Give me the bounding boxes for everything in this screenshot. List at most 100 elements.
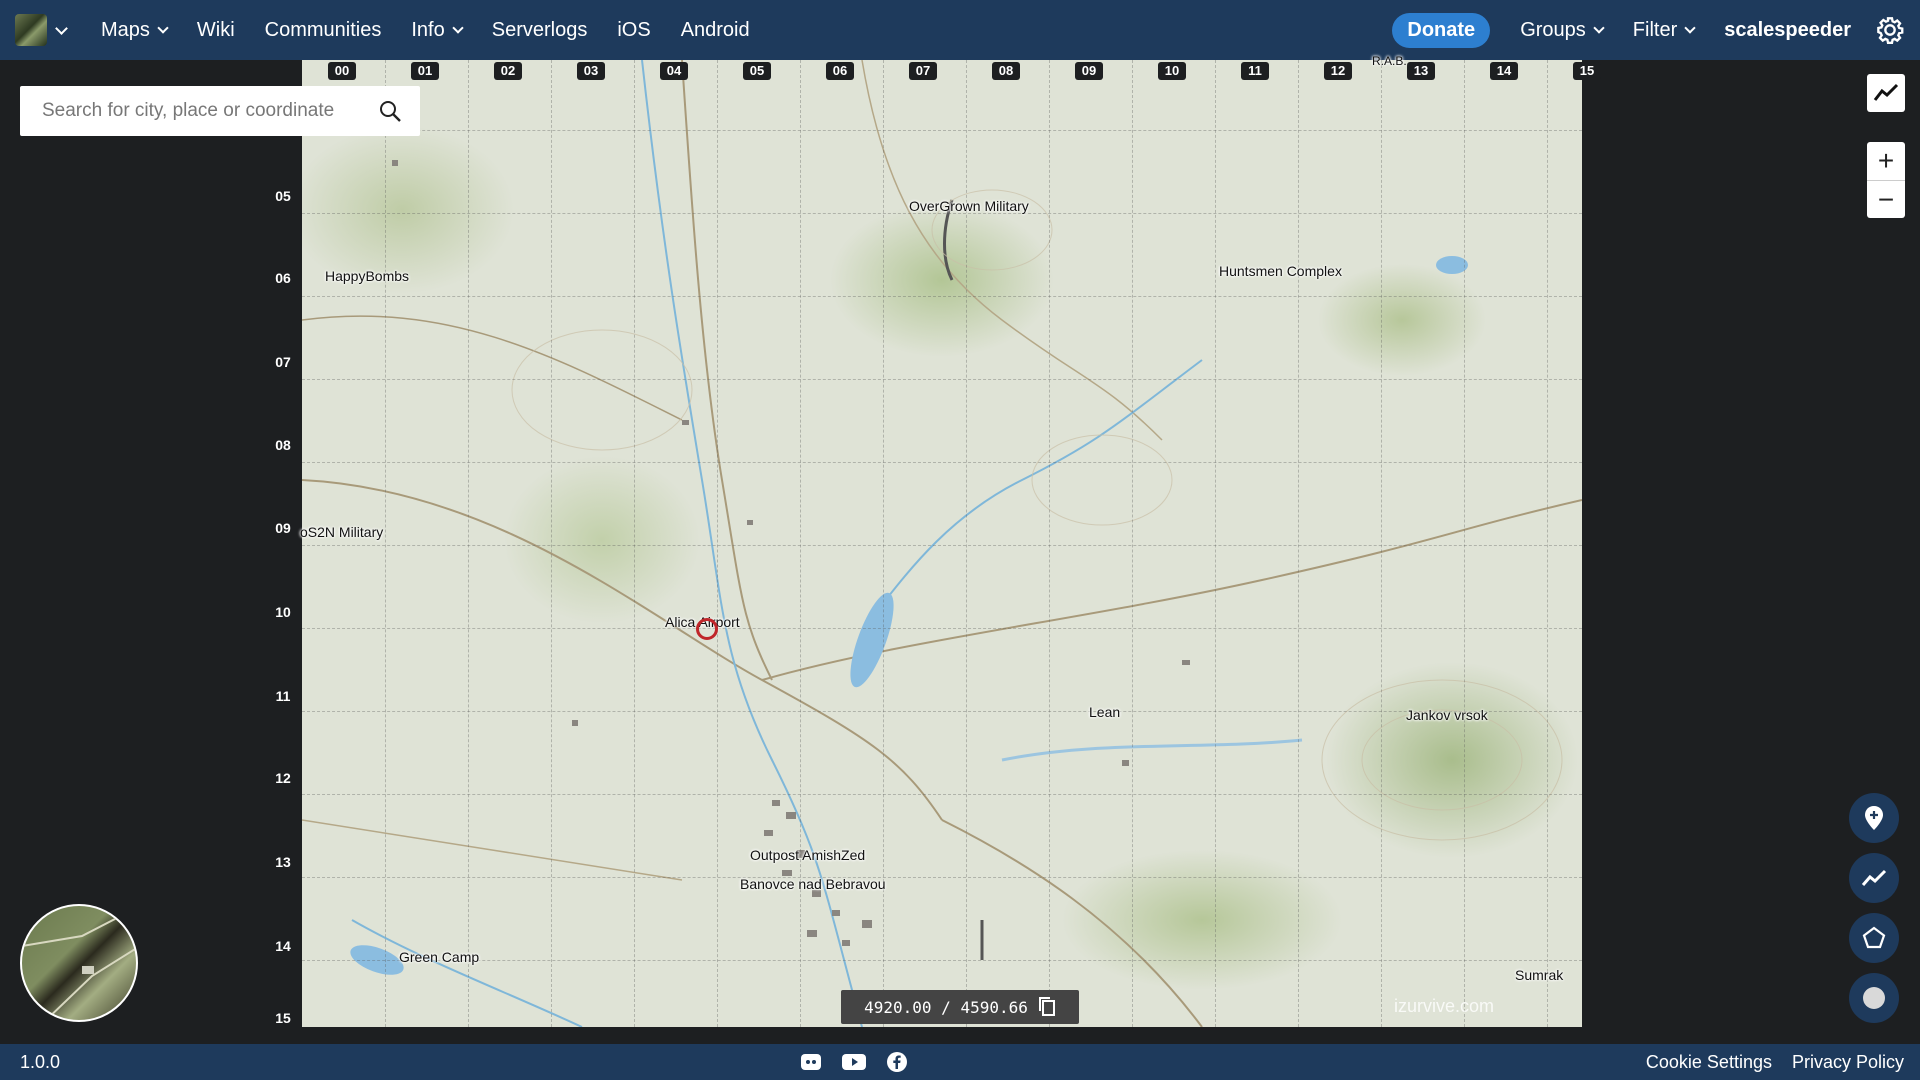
nav-info[interactable]: Info [411,18,464,42]
grid-row-label: 10 [275,604,291,620]
grid-col-label: 03 [577,62,605,80]
search-bar [20,86,420,136]
social-links [800,1051,928,1073]
nav-ios-label: iOS [617,18,651,41]
nav-info-label: Info [411,18,445,41]
grid-line [302,296,1582,297]
grid-line [1132,60,1133,1027]
search-icon[interactable] [378,99,402,123]
place-label-green-camp[interactable]: Green Camp [399,949,479,965]
circle-icon [1863,987,1885,1009]
grid-col-label: 09 [1075,62,1103,80]
grid-line [302,711,1582,712]
zoom-in-button[interactable]: + [1867,142,1905,180]
copy-icon[interactable] [1038,997,1056,1017]
grid-line [634,60,635,1027]
nav-ios[interactable]: iOS [617,19,650,42]
location-marker[interactable] [696,618,718,640]
place-label-outpost-amishzed[interactable]: Outpost AmishZed [750,847,865,863]
place-label-sumrak[interactable]: Sumrak [1515,967,1563,983]
nav-communities-label: Communities [264,18,382,41]
search-input[interactable] [40,99,374,123]
chevron-down-icon [1684,22,1696,34]
app-version: 1.0.0 [20,1051,61,1072]
footer-links: Cookie Settings Privacy Policy [1626,1052,1904,1073]
grid-col-label: 01 [411,62,439,80]
grid-col-label: 11 [1241,62,1269,80]
chevron-down-icon [1593,22,1605,34]
grid-row-label: 13 [275,854,291,870]
groups-dropdown[interactable]: Groups [1520,19,1605,42]
username-link[interactable]: scalespeeder [1724,19,1851,42]
grid-line [1464,60,1465,1027]
grid-line [302,628,1582,629]
cookie-settings-link[interactable]: Cookie Settings [1646,1052,1772,1073]
grid-col-label: 14 [1490,62,1518,80]
grid-line [302,960,1582,961]
nav-maps-label: Maps [101,18,150,41]
logo-menu[interactable] [15,14,68,46]
grid-col-label: 15 [1573,62,1601,80]
chevron-down-icon [157,22,169,34]
donate-button[interactable]: Donate [1392,12,1491,48]
coordinate-display: 4920.00 / 4590.66 [841,990,1079,1024]
satellite-layer-icon [22,906,136,1020]
nav-android[interactable]: Android [681,19,750,42]
filter-dropdown[interactable]: Filter [1632,18,1696,42]
place-label-overgrown-military[interactable]: OverGrown Military [909,198,1029,214]
grid-line [302,545,1582,546]
filter-label: Filter [1632,18,1678,41]
grid-line [1298,60,1299,1027]
grid-row-label: 15 [275,1010,291,1026]
grid-col-label: 06 [826,62,854,80]
nav-serverlogs-label: Serverlogs [491,18,588,41]
gear-icon[interactable] [1876,16,1904,44]
grid-row-label: 14 [275,938,291,954]
grid-line [1381,60,1382,1027]
grid-line [1215,60,1216,1027]
grid-col-label: 04 [660,62,688,80]
facebook-icon[interactable] [886,1051,908,1073]
map-game-logo[interactable] [15,14,47,46]
grid-row-label: 09 [275,520,291,536]
nav-android-label: Android [680,18,750,41]
top-navbar: Maps Wiki Communities Info Serverlogs iO… [0,0,1920,60]
grid-line [1547,60,1548,1027]
discord-icon[interactable] [800,1052,822,1072]
youtube-icon[interactable] [842,1053,866,1071]
watermark: izurvive.com [1394,996,1495,1016]
grid-line [717,60,718,1027]
grid-line [302,379,1582,380]
place-label-jankov-vrsok[interactable]: Jankov vrsok [1406,707,1488,723]
nav-wiki[interactable]: Wiki [197,19,235,42]
place-label-os2n-military[interactable]: oS2N Military [300,524,383,540]
grid-col-label: 00 [328,62,356,80]
zoom-out-button[interactable]: − [1867,181,1905,219]
place-label-huntsmen-complex[interactable]: Huntsmen Complex [1219,263,1342,279]
chevron-down-icon [55,21,68,35]
grid-col-label: 07 [909,62,937,80]
draw-circle-button[interactable] [1849,973,1899,1023]
grid-line [302,462,1582,463]
measure-button[interactable] [1867,74,1905,112]
grid-line [302,130,1582,131]
footer-bar: 1.0.0 Cookie Settings Privacy Policy [0,1044,1920,1080]
place-label-banovce[interactable]: Banovce nad Bebravou [740,876,886,892]
grid-row-label: 06 [275,270,291,286]
place-label-rab[interactable]: R.A.B. [1372,54,1407,68]
grid-row-label: 07 [275,354,291,370]
satellite-layer-toggle[interactable] [20,904,138,1022]
nav-communities[interactable]: Communities [265,19,382,42]
nav-serverlogs[interactable]: Serverlogs [492,19,588,42]
grid-col-label: 08 [992,62,1020,80]
grid-col-label: 05 [743,62,771,80]
place-label-lean[interactable]: Lean [1089,704,1120,720]
privacy-policy-link[interactable]: Privacy Policy [1792,1052,1904,1073]
draw-line-button[interactable] [1849,853,1899,903]
nav-maps[interactable]: Maps [101,18,169,42]
draw-polygon-button[interactable] [1849,913,1899,963]
add-marker-button[interactable] [1849,793,1899,843]
grid-line [551,60,552,1027]
grid-row-label: 11 [275,688,291,704]
place-label-happybombs[interactable]: HappyBombs [325,268,409,284]
